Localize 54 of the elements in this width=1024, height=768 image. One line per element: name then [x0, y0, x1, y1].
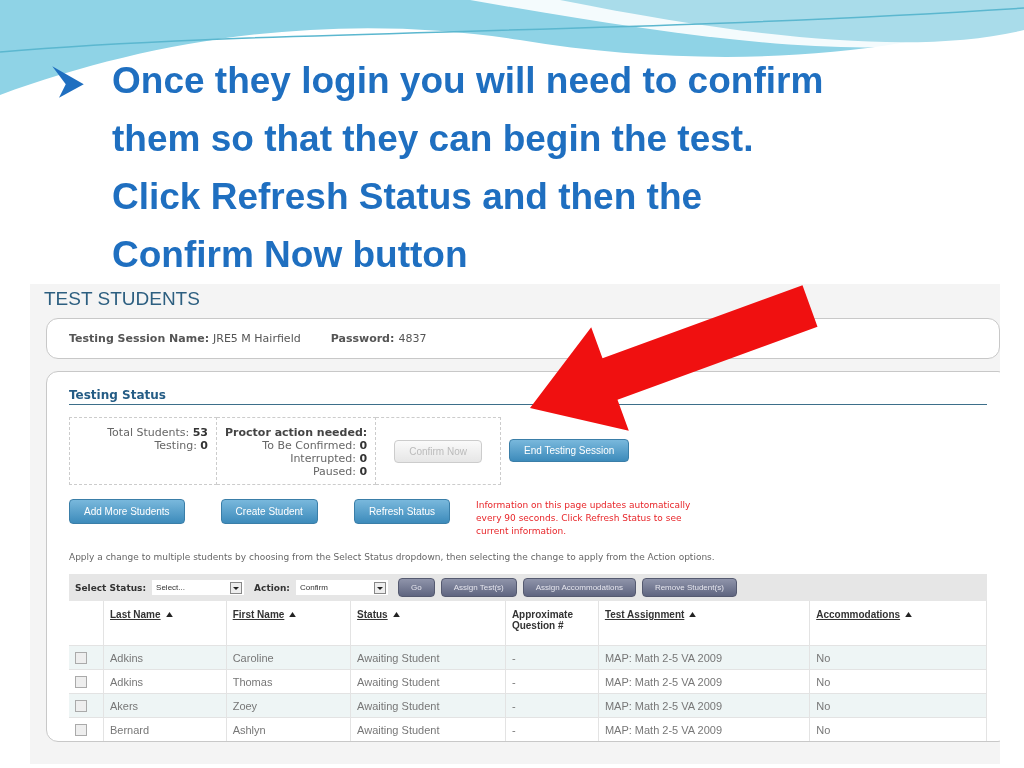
- field-label: Select Status:: [75, 582, 147, 593]
- table-cell: Awaiting Student: [350, 717, 506, 742]
- sort-arrow-icon: [689, 612, 697, 617]
- end-session-button[interactable]: End Testing Session: [509, 439, 630, 462]
- table-cell: MAP: Math 2-5 VA 2009: [598, 693, 810, 718]
- row-checkbox[interactable]: [75, 724, 87, 737]
- toolbar-button[interactable]: Assign Test(s): [440, 578, 517, 597]
- table-cell: Zoey: [226, 693, 351, 718]
- sort-arrow-icon: [392, 612, 400, 617]
- table-cell: -: [505, 693, 599, 718]
- table-cell: -: [505, 717, 599, 742]
- stat-line: Total Students: 53: [106, 426, 208, 439]
- row-checkbox[interactable]: [75, 676, 87, 689]
- sort-arrow-icon: [165, 612, 173, 617]
- stat-line: Paused: 0: [312, 465, 368, 478]
- stat-line: Testing: 0: [153, 439, 208, 452]
- row-checkbox[interactable]: [75, 700, 87, 713]
- password-value: 4837: [398, 332, 427, 345]
- table-cell: Awaiting Student: [350, 693, 506, 718]
- help-text: Apply a change to multiple students by choosing from the Select Status dropdown, then selecting the change to apply from the Action options.: [69, 552, 716, 562]
- password-label: Password:: [330, 332, 395, 345]
- table-cell: No: [809, 645, 987, 670]
- page-title: TEST STUDENTS: [44, 287, 201, 311]
- sort-arrow-icon: [905, 612, 913, 617]
- instruction-text: Once they login you will need to confirm them so that they can begin the test. Click Refresh Status and then the Confirm Now button: [112, 59, 824, 277]
- session-name: JRE5 M Hairfield: [213, 332, 301, 345]
- table-cell: Ashlyn: [226, 717, 351, 742]
- table-cell: No: [809, 717, 987, 742]
- action-dropdown[interactable]: Confirm: [295, 580, 388, 595]
- row-checkbox[interactable]: [75, 652, 87, 665]
- table-cell: Adkins: [103, 645, 227, 670]
- table-cell: Akers: [103, 693, 227, 718]
- sort-arrow-icon: [289, 612, 297, 617]
- proctor-heading: Proctor action needed:: [225, 426, 368, 439]
- table-cell: MAP: Math 2-5 VA 2009: [598, 717, 810, 742]
- session-name-label: Testing Session Name:: [69, 332, 210, 345]
- action-button[interactable]: Refresh Status: [353, 499, 451, 524]
- table-cell: No: [809, 693, 987, 718]
- stat-line: To Be Confirmed: 0: [261, 439, 368, 452]
- table-cell: Caroline: [226, 645, 351, 670]
- action-button[interactable]: Add More Students: [69, 499, 185, 524]
- stat-line: Interrupted: 0: [289, 452, 368, 465]
- field-label: Action:: [254, 582, 290, 593]
- toolbar-button[interactable]: Assign Accommodations: [522, 578, 636, 597]
- table-cell: Awaiting Student: [350, 645, 506, 670]
- notice-text: Information on this page updates automatically every 90 seconds. Click Refresh Status to see current information.: [476, 499, 692, 538]
- toolbar-button[interactable]: Remove Student(s): [641, 578, 737, 597]
- action-button[interactable]: Create Student: [220, 499, 318, 524]
- table-cell: MAP: Math 2-5 VA 2009: [598, 645, 810, 670]
- status-dropdown[interactable]: Select...: [152, 580, 245, 595]
- table-cell: -: [505, 645, 599, 670]
- arrowhead-bullet-icon: [50, 64, 86, 100]
- toolbar-button[interactable]: Go: [397, 578, 435, 597]
- table-cell: Bernard: [103, 717, 227, 742]
